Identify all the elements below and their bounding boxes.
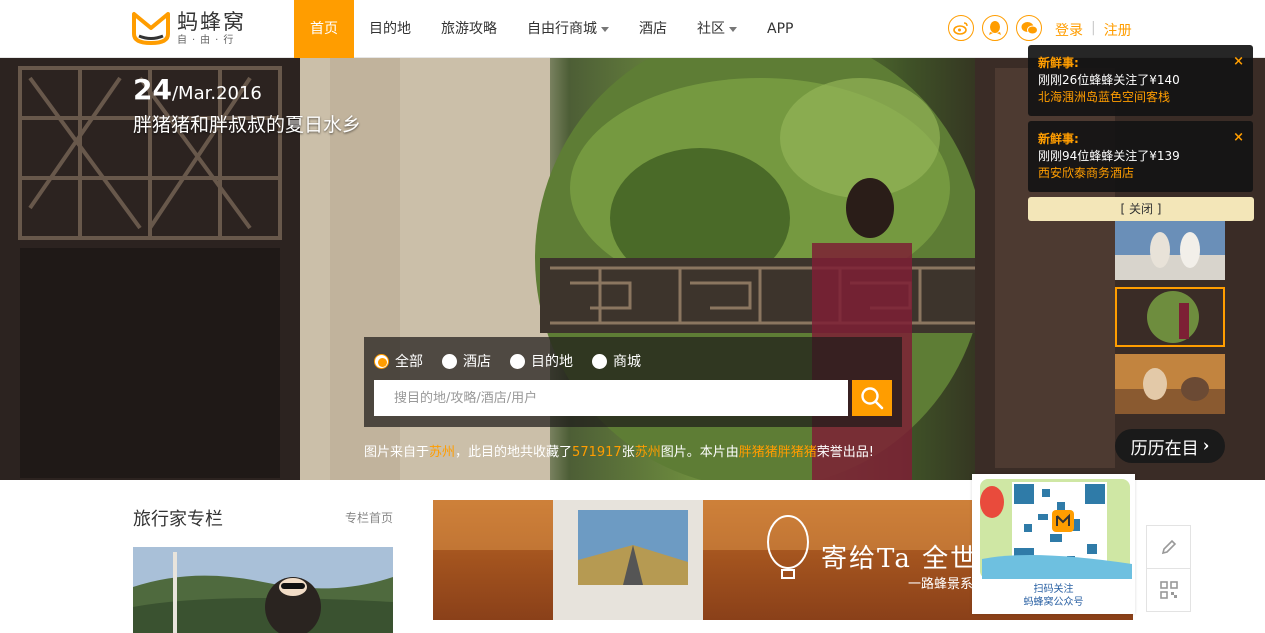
nav-label: 旅游攻略 [441, 21, 497, 37]
nav-label: 首页 [310, 21, 338, 37]
column-feature-photo[interactable] [133, 547, 393, 633]
chevron-down-icon [601, 26, 609, 32]
close-icon[interactable]: × [1233, 53, 1244, 70]
close-icon[interactable]: × [1233, 129, 1244, 146]
caption-place-link[interactable]: 苏州 [635, 445, 661, 460]
column-section-title: 旅行家专栏 [133, 509, 223, 530]
caption-text: 图片。本片由 [660, 445, 739, 460]
notification-text: 刚刚26位蜂蜂关注了¥140 [1038, 73, 1180, 87]
caption-place-link[interactable]: 苏州 [429, 445, 455, 460]
thumbnail-image [1115, 220, 1225, 280]
nav-item-destinations[interactable]: 目的地 [354, 0, 426, 58]
caption-author-link[interactable]: 胖猪猪胖猪猪 [739, 445, 817, 460]
qr-code-image [980, 479, 1132, 579]
qr-caption-line: 蚂蜂窝公众号 [1023, 597, 1084, 608]
radio-label: 全部 [395, 354, 423, 370]
radio-label: 酒店 [463, 354, 491, 370]
notification-card: 新鲜事: 刚刚94位蜂蜂关注了¥139 西安欣泰商务酒店 × [1028, 121, 1253, 192]
hero-thumbnail[interactable] [1115, 354, 1225, 414]
login-link[interactable]: 登录 [1055, 20, 1083, 40]
notification-title: 新鲜事: [1038, 56, 1079, 70]
nav-item-guides[interactable]: 旅游攻略 [426, 0, 512, 58]
nav-label: 酒店 [639, 21, 667, 37]
radio-label: 商城 [613, 354, 641, 370]
nav-item-home[interactable]: 首页 [294, 0, 354, 58]
notification-link[interactable]: 北海涠洲岛蓝色空间客栈 [1038, 89, 1243, 106]
column-photo-image [133, 547, 393, 633]
search-button[interactable] [852, 380, 892, 416]
feedback-button[interactable] [1146, 525, 1191, 569]
chevron-right-icon: › [1202, 436, 1210, 456]
main-nav: 首页 目的地 旅游攻略 自由行商城 酒店 社区 APP [294, 0, 808, 58]
column-home-link[interactable]: 专栏首页 [345, 509, 393, 526]
notification-text: 刚刚94位蜂蜂关注了¥139 [1038, 149, 1180, 163]
radio-label: 目的地 [531, 354, 573, 370]
caption-count: 571917 [572, 445, 622, 460]
notification-title: 新鲜事: [1038, 132, 1079, 146]
radio-mall[interactable]: 商城 [592, 351, 641, 371]
notification-card: 新鲜事: 刚刚26位蜂蜂关注了¥140 北海涠洲岛蓝色空间客栈 × [1028, 45, 1253, 116]
radio-destination[interactable]: 目的地 [510, 351, 573, 371]
nav-label: 社区 [697, 21, 725, 37]
radio-unchecked-icon [592, 353, 607, 369]
floating-side-toolbar [1146, 525, 1191, 612]
hero-date-day: 24 [133, 73, 172, 106]
nav-item-hotels[interactable]: 酒店 [624, 0, 682, 58]
mafengwo-logo-icon [131, 10, 171, 46]
radio-hotel[interactable]: 酒店 [442, 351, 491, 371]
search-type-radios: 全部 酒店 目的地 商城 [374, 351, 641, 371]
nav-item-app[interactable]: APP [752, 0, 808, 58]
radio-unchecked-icon [510, 353, 525, 369]
chevron-down-icon [729, 26, 737, 32]
hero-thumbnail-selected[interactable] [1115, 287, 1225, 347]
social-login-group [948, 15, 1042, 41]
qr-caption-line: 扫码关注 [1033, 584, 1074, 595]
auth-separator: | [1091, 20, 1096, 36]
radio-all[interactable]: 全部 [374, 351, 423, 371]
lili-zaimu-button[interactable]: 历历在目 › [1115, 429, 1225, 463]
photo-caption: 图片来自于苏州，此目的地共收藏了571917张苏州图片。本片由胖猪猪胖猪猪荣誉出… [364, 441, 874, 460]
qq-icon[interactable] [982, 15, 1008, 41]
hero-thumbnail[interactable] [1115, 220, 1225, 280]
qr-code-icon [1159, 581, 1178, 599]
hero-date-month: /Mar.2016 [171, 83, 262, 104]
auth-links: 登录 | 注册 [1055, 20, 1132, 40]
close-all-notifications-button[interactable]: [ 关闭 ] [1028, 197, 1254, 221]
radio-unchecked-icon [442, 353, 457, 369]
nav-item-community[interactable]: 社区 [682, 0, 752, 58]
nav-label: 目的地 [369, 21, 411, 37]
nav-item-mall[interactable]: 自由行商城 [512, 0, 624, 58]
site-logo[interactable]: 蚂蜂窝 自·由·行 [131, 10, 261, 48]
caption-text: 图片来自于 [364, 445, 430, 460]
banner-subtitle: 一路蜂景系 [908, 577, 974, 592]
search-input[interactable] [374, 380, 848, 416]
weibo-icon[interactable] [948, 15, 974, 41]
nav-label: APP [767, 21, 794, 37]
pencil-icon [1161, 539, 1176, 555]
brand-tagline: 自·由·行 [177, 35, 239, 46]
caption-text: 荣誉出品! [816, 445, 874, 460]
brand-name: 蚂蜂窝 [177, 10, 246, 34]
hero-title[interactable]: 胖猪猪和胖叔叔的夏日水乡 [133, 110, 361, 137]
hero-date: 24/Mar.2016 [133, 73, 262, 106]
wechat-icon[interactable] [1016, 15, 1042, 41]
notification-link[interactable]: 西安欣泰商务酒店 [1038, 165, 1243, 182]
search-icon [861, 387, 884, 410]
thumbnail-image [1115, 354, 1225, 414]
qr-code-button[interactable] [1146, 568, 1191, 612]
lili-label: 历历在目 [1130, 438, 1199, 459]
hero-thumbnail-strip [1115, 220, 1225, 421]
radio-checked-icon [374, 353, 389, 369]
caption-text: ，此目的地共收藏了 [455, 445, 573, 460]
nav-label: 自由行商城 [527, 21, 597, 37]
wechat-qr-panel: 扫码关注 蚂蜂窝公众号 [972, 474, 1135, 614]
register-link[interactable]: 注册 [1104, 20, 1132, 40]
caption-text: 张 [621, 445, 635, 460]
qr-caption: 扫码关注 蚂蜂窝公众号 [972, 583, 1135, 609]
thumbnail-image [1117, 289, 1223, 345]
search-panel: 全部 酒店 目的地 商城 [364, 337, 902, 427]
